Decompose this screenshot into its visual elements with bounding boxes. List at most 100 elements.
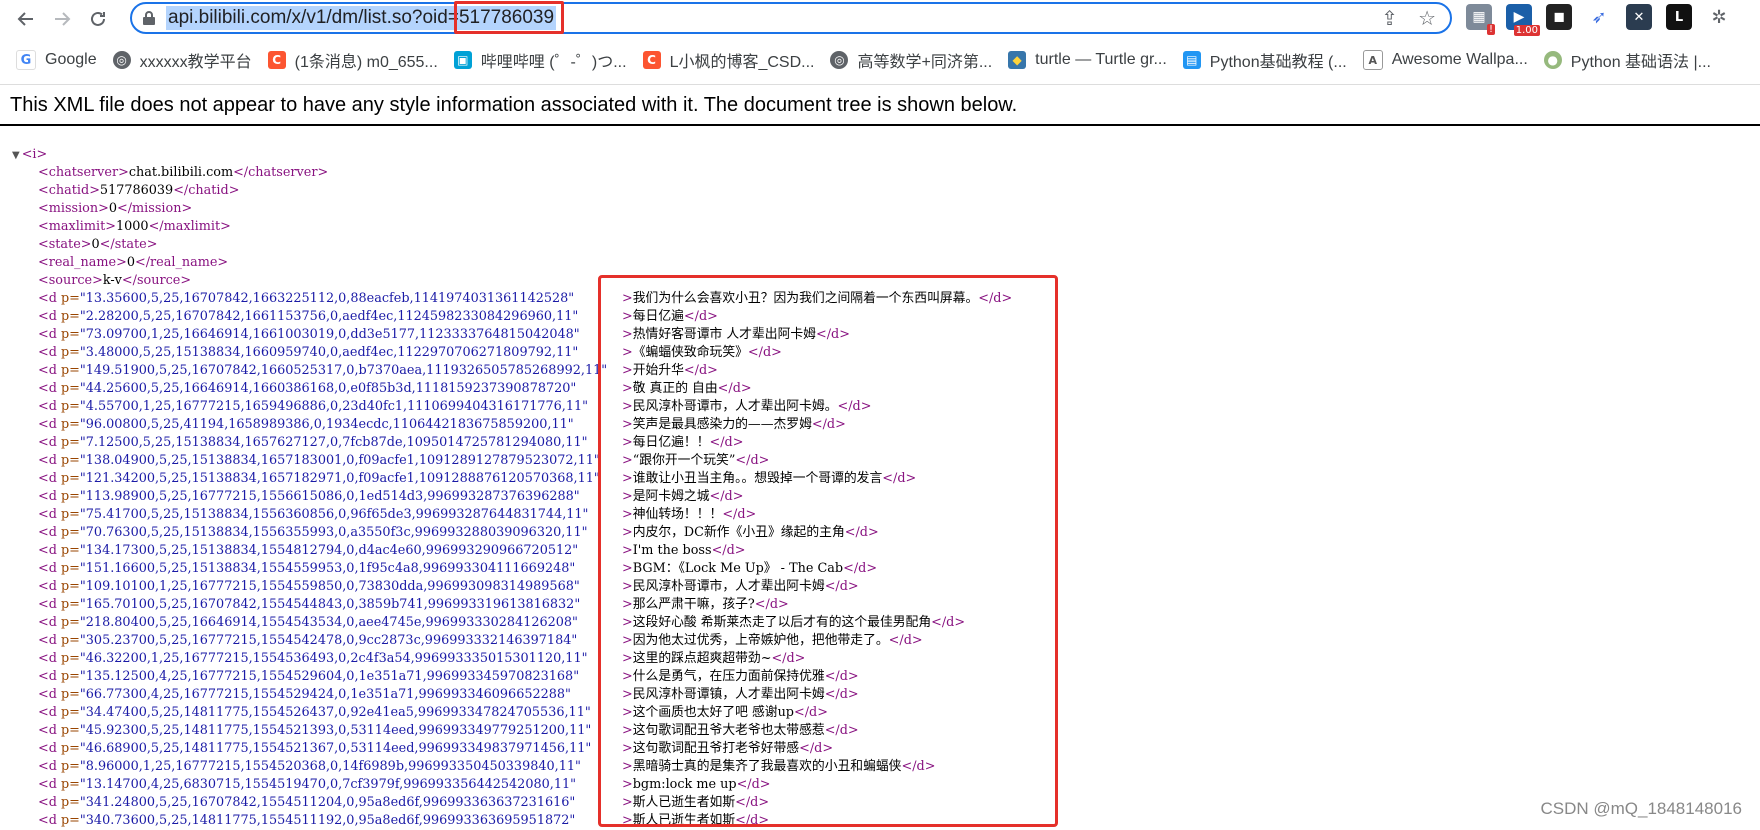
xml-close-tag: </chatid>: [173, 183, 240, 198]
bookmark-item[interactable]: C (1条消息) m0_655...: [267, 48, 438, 72]
xml-attr-name: p=: [60, 579, 80, 594]
danmaku-line[interactable]: <d p="109.10100,1,25,16777215,1554559850…: [12, 578, 859, 596]
danmaku-line[interactable]: <d p="44.25600,5,25,16646914,1660386168,…: [12, 380, 752, 398]
danmaku-p-value: "4.55700,1,25,16777215,1659496886,0,23d4…: [79, 399, 589, 414]
bookmark-item[interactable]: A Awesome Wallpa...: [1362, 50, 1528, 70]
danmaku-line[interactable]: <d p="341.24800,5,25,16707842,1554511204…: [12, 794, 769, 812]
danmaku-line[interactable]: <d p="151.16600,5,25,15138834,1554559953…: [12, 560, 877, 578]
danmaku-attr: <d p="34.47400,5,25,14811775,1554526437,…: [38, 704, 623, 722]
xml-tree: ▼ <i> <chatserver>chat.bilibili.com</chat…: [12, 146, 1012, 830]
xml-meta-line[interactable]: <chatid>517786039</chatid>: [12, 182, 623, 200]
xml-tag-close-bracket: >: [622, 471, 633, 486]
xml-attr-name: p=: [60, 399, 80, 414]
danmaku-attr: <d p="3.48000,5,25,15138834,1660959740,0…: [38, 344, 623, 362]
xml-tag-close-bracket: >: [622, 687, 633, 702]
danmaku-line[interactable]: <d p="340.73600,5,25,14811775,1554511192…: [12, 812, 769, 830]
share-icon[interactable]: ⇪: [1381, 8, 1398, 28]
danmaku-line[interactable]: <d p="34.47400,5,25,14811775,1554526437,…: [12, 704, 828, 722]
danmaku-content: >笑声是最具感染力的——杰罗姆</d>: [622, 416, 846, 434]
forward-button[interactable]: [44, 1, 80, 37]
danmaku-text: 民风淳朴哥谭市，人才辈出阿卡姆: [632, 579, 825, 594]
collapse-triangle-icon[interactable]: ▼: [12, 150, 20, 161]
danmaku-line[interactable]: <d p="46.68900,5,25,14811775,1554521367,…: [12, 740, 833, 758]
xml-root-line[interactable]: ▼ <i>: [12, 146, 623, 164]
xml-attr-name: p=: [60, 723, 80, 738]
danmaku-line[interactable]: <d p="218.80400,5,25,16646914,1554543534…: [12, 614, 965, 632]
bookmark-item[interactable]: ◆ turtle — Turtle gr...: [1008, 51, 1167, 69]
xml-attr-name: p=: [60, 489, 80, 504]
danmaku-line[interactable]: <d p="73.09700,1,25,16646914,1661003019,…: [12, 326, 850, 344]
url-oid-highlight: 517786039: [458, 7, 555, 28]
lock-icon[interactable]: [132, 10, 166, 26]
danmaku-line[interactable]: <d p="46.32200,1,25,16777215,1554536493,…: [12, 650, 805, 668]
danmaku-line[interactable]: <d p="45.92300,5,25,14811775,1554521393,…: [12, 722, 859, 740]
xml-close-tag: </d>: [901, 759, 936, 774]
danmaku-line[interactable]: <d p="113.98900,5,25,16777215,1556615086…: [12, 488, 743, 506]
danmaku-line[interactable]: <d p="75.41700,5,25,15138834,1556360856,…: [12, 506, 756, 524]
xml-open-tag: <d: [38, 777, 61, 792]
xml-close-tag: </d>: [824, 687, 859, 702]
danmaku-line[interactable]: <d p="4.55700,1,25,16777215,1659496886,0…: [12, 398, 871, 416]
xml-open-tag: <d: [38, 561, 61, 576]
danmaku-line[interactable]: <d p="135.12500,4,25,16777215,1554529604…: [12, 668, 859, 686]
danmaku-line[interactable]: <d p="13.14700,4,25,6830715,1554519470,0…: [12, 776, 771, 794]
bookmark-item[interactable]: ◎ xxxxxx教学平台: [112, 48, 252, 72]
xml-meta-line[interactable]: <mission>0</mission>: [12, 200, 623, 218]
bookmark-item[interactable]: ▣ 哔哩哔哩 (゜-゜)つ...: [453, 48, 627, 72]
danmaku-line[interactable]: <d p="13.35600,5,25,16707842,1663225112,…: [12, 290, 1012, 308]
xml-meta-line[interactable]: <maxlimit>1000</maxlimit>: [12, 218, 623, 236]
danmaku-line[interactable]: <d p="8.96000,1,25,16777215,1554520368,0…: [12, 758, 935, 776]
url-text[interactable]: api.bilibili.com/x/v1/dm/list.so?oid=517…: [166, 6, 557, 30]
danmaku-content: >我们为什么会喜欢小丑？因为我们之间隔着一个东西叫屏幕。</d>: [622, 290, 1012, 308]
xml-close-tag: </d>: [811, 417, 846, 432]
danmaku-line[interactable]: <d p="70.76300,5,25,15138834,1556355993,…: [12, 524, 879, 542]
xml-attr-name: p=: [60, 597, 80, 612]
puzzle-icon[interactable]: ✲: [1706, 4, 1732, 30]
extension-icon-1[interactable]: ▦!: [1466, 4, 1495, 35]
rocket-icon[interactable]: ➶: [1586, 4, 1612, 30]
bookmark-item[interactable]: C L小枫的博客_CSD...: [642, 48, 814, 72]
danmaku-line[interactable]: <d p="7.12500,5,25,15138834,1657627127,0…: [12, 434, 743, 452]
danmaku-line[interactable]: <d p="305.23700,5,25,16777215,1554542478…: [12, 632, 923, 650]
bilibili-icon: ▣: [453, 51, 472, 69]
xml-meta-line[interactable]: <state>0</state>: [12, 236, 623, 254]
danmaku-line[interactable]: <d p="138.04900,5,25,15138834,1657183001…: [12, 452, 769, 470]
xml-meta-line[interactable]: <real_name>0</real_name>: [12, 254, 623, 272]
xml-meta-value: 517786039: [99, 183, 174, 198]
danmaku-text: 热情好客哥谭市 人才辈出阿卡姆: [632, 327, 816, 342]
bookmark-item[interactable]: ● Python 基础语法 |...: [1543, 48, 1711, 72]
extension-icon-2[interactable]: ▶ 1.00: [1506, 4, 1540, 36]
danmaku-attr: <d p="305.23700,5,25,16777215,1554542478…: [38, 632, 623, 650]
extension-icon-x[interactable]: ✕: [1626, 4, 1652, 30]
back-button[interactable]: [8, 1, 44, 37]
extension-icon-3[interactable]: ◼: [1546, 4, 1572, 30]
extension-icon-l[interactable]: L: [1666, 4, 1692, 30]
bookmark-item[interactable]: ▤ Python基础教程 (...: [1182, 48, 1347, 72]
reload-button[interactable]: [80, 1, 116, 37]
danmaku-line[interactable]: <d p="96.00800,5,25,41194,1658989386,0,1…: [12, 416, 846, 434]
xml-meta-value: 1000: [115, 219, 149, 234]
danmaku-line[interactable]: <d p="134.17300,5,25,15138834,1554812794…: [12, 542, 746, 560]
address-bar[interactable]: api.bilibili.com/x/v1/dm/list.so?oid=517…: [130, 2, 1452, 34]
bookmark-item[interactable]: ◎ 高等数学+同济第...: [830, 48, 992, 72]
danmaku-line[interactable]: <d p="3.48000,5,25,15138834,1660959740,0…: [12, 344, 782, 362]
xml-open-tag: <d: [38, 471, 61, 486]
danmaku-line[interactable]: <d p="149.51900,5,25,16707842,1660525317…: [12, 362, 718, 380]
bookmark-star-icon[interactable]: ☆: [1418, 8, 1436, 28]
danmaku-p-value: "135.12500,4,25,16777215,1554529604,0,1e…: [79, 669, 580, 684]
danmaku-text: 神仙转场！！！: [632, 507, 723, 522]
bookmark-item[interactable]: G Google: [16, 50, 97, 70]
danmaku-text: 是阿卡姆之城: [632, 489, 710, 504]
xml-meta-line[interactable]: <source>k-v</source>: [12, 272, 623, 290]
danmaku-line[interactable]: <d p="165.70100,5,25,16707842,1554544843…: [12, 596, 789, 614]
danmaku-text: 开始升华: [632, 363, 684, 378]
xml-tag-close-bracket: >: [622, 813, 633, 828]
danmaku-text: 每日亿遍！！: [632, 435, 710, 450]
xml-meta-value: 0: [108, 201, 118, 216]
xml-meta-line[interactable]: <chatserver>chat.bilibili.com</chatserve…: [12, 164, 623, 182]
danmaku-attr: <d p="340.73600,5,25,14811775,1554511192…: [38, 812, 623, 830]
danmaku-content: >敬 真正的 自由</d>: [622, 380, 752, 398]
danmaku-line[interactable]: <d p="121.34200,5,25,15138834,1657182971…: [12, 470, 916, 488]
danmaku-line[interactable]: <d p="66.77300,4,25,16777215,1554529424,…: [12, 686, 859, 704]
danmaku-line[interactable]: <d p="2.28200,5,25,16707842,1661153756,0…: [12, 308, 718, 326]
